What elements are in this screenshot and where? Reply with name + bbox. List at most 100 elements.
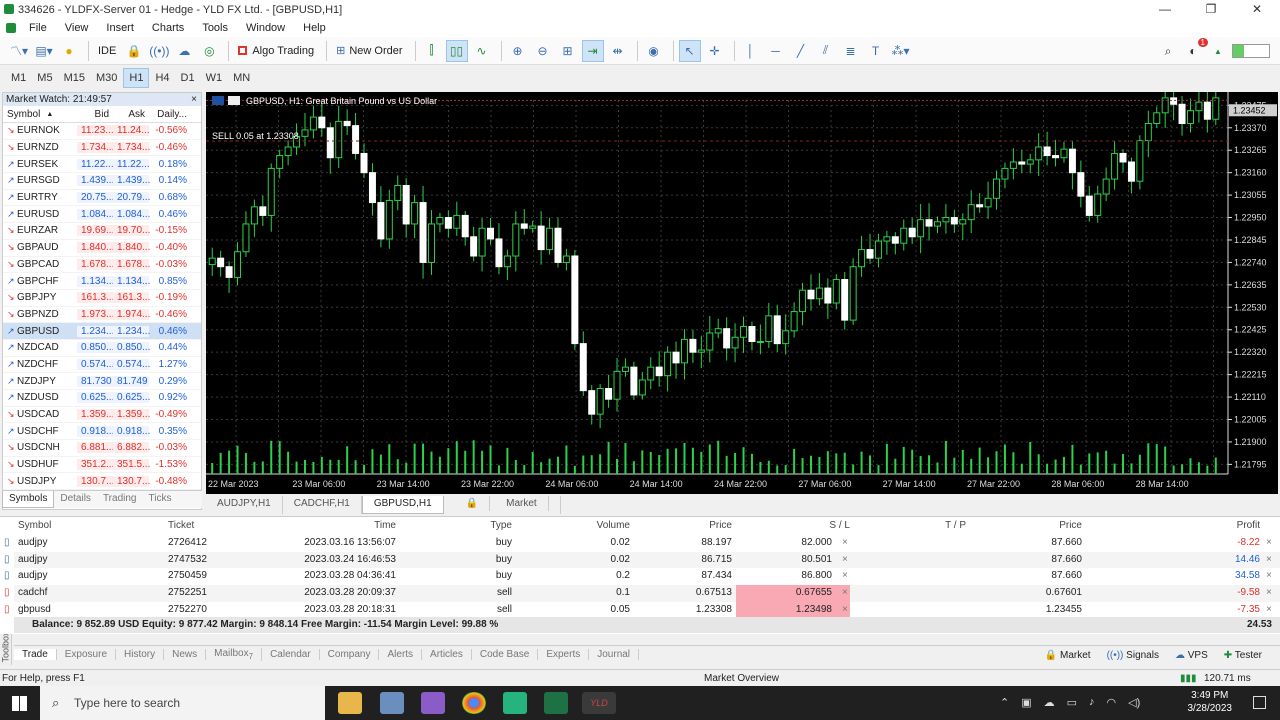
- file-explorer-icon[interactable]: [338, 692, 362, 714]
- tf-m30[interactable]: M30: [91, 69, 122, 87]
- market-link[interactable]: 🔒 Market: [1037, 650, 1099, 661]
- tf-m1[interactable]: M1: [6, 69, 31, 87]
- autoscroll-icon[interactable]: ⇥: [581, 39, 604, 62]
- app-menu-icon[interactable]: [6, 23, 16, 33]
- tf-m15[interactable]: M15: [59, 69, 90, 87]
- new-order-button[interactable]: ⊞ New Order: [332, 40, 406, 62]
- market-watch-row[interactable]: ↗ GBPCHF 1.134... 1.134... 0.85%: [3, 273, 201, 290]
- market-watch-row[interactable]: ↗ EURTRY 20.75... 20.79... 0.68%: [3, 190, 201, 207]
- close-position-icon[interactable]: ×: [1266, 552, 1272, 569]
- tester-link[interactable]: ✚ Tester: [1216, 650, 1270, 661]
- tab-news[interactable]: News: [164, 649, 207, 660]
- market-watch-row[interactable]: ↗ NZDCAD 0.850... 0.850... 0.44%: [3, 340, 201, 357]
- coin-icon[interactable]: ●: [58, 40, 80, 62]
- tf-mn[interactable]: MN: [228, 69, 255, 87]
- col-bid[interactable]: Bid: [77, 109, 113, 120]
- notifications-icon[interactable]: ◐ 1: [1182, 38, 1208, 62]
- tab-exposure[interactable]: Exposure: [57, 649, 117, 660]
- cursor-icon[interactable]: ↖: [678, 39, 701, 62]
- trade-row[interactable]: ▯ cadchf 2752251 2023.03.28 20:09:37 sell 0.1…: [4, 585, 1280, 602]
- tab-mailbox[interactable]: Mailbox7: [206, 648, 263, 661]
- yld-terminal-icon[interactable]: YLD: [582, 692, 616, 714]
- tf-w1[interactable]: W1: [201, 69, 228, 87]
- globe-icon[interactable]: ◎: [198, 40, 220, 62]
- zoom-in-icon[interactable]: ⊕: [507, 40, 529, 62]
- volume-icon[interactable]: ◁): [1128, 696, 1140, 709]
- remove-sl-icon[interactable]: ×: [842, 568, 848, 585]
- trade-row[interactable]: ▯ gbpusd 2752270 2023.03.28 20:18:31 sell 0.0…: [4, 601, 1280, 619]
- close-position-icon[interactable]: ×: [1266, 568, 1272, 585]
- fibonacci-icon[interactable]: ≣: [840, 40, 862, 62]
- market-watch-row[interactable]: ↘ USDCNH 6.881... 6.882... -0.03%: [3, 440, 201, 457]
- price-chart[interactable]: 1.234751.233701.232651.231601.230551.229…: [206, 80, 1278, 494]
- tab-alerts[interactable]: Alerts: [379, 649, 423, 660]
- tab-trading[interactable]: Trading: [97, 491, 143, 508]
- header-ticket[interactable]: Ticket: [168, 518, 194, 535]
- chrome-icon[interactable]: [462, 692, 486, 714]
- chart-tab-audjpy[interactable]: AUDJPY,H1: [206, 496, 283, 514]
- tf-h4[interactable]: H4: [150, 69, 174, 87]
- trade-row[interactable]: ▯ audjpy 2750459 2023.03.28 04:36:41 buy 0.2 8…: [4, 568, 1280, 585]
- trade-row[interactable]: ▯ audjpy 2747532 2023.03.24 16:46:53 buy 0.02…: [4, 551, 1280, 569]
- menu-view[interactable]: View: [56, 22, 98, 34]
- header-sl[interactable]: S / L: [736, 518, 850, 535]
- restore-button[interactable]: ❐: [1188, 0, 1234, 19]
- notification-center-icon[interactable]: [1253, 696, 1266, 709]
- market-watch-row[interactable]: ↗ NZDUSD 0.625... 0.625... 0.92%: [3, 390, 201, 407]
- chart-shift-icon[interactable]: ⇹: [607, 40, 629, 62]
- tab-articles[interactable]: Articles: [422, 649, 472, 660]
- notes-icon[interactable]: [421, 692, 445, 714]
- tf-d1[interactable]: D1: [176, 69, 200, 87]
- candle-chart-icon[interactable]: ▯▯: [445, 39, 468, 62]
- market-watch-row[interactable]: ↘ GBPAUD 1.840... 1.840... -0.40%: [3, 240, 201, 257]
- market-watch-row[interactable]: ↗ GBPUSD 1.234... 1.234... 0.46%: [3, 323, 201, 340]
- wifi-icon[interactable]: ◠: [1107, 696, 1117, 709]
- market-watch-row[interactable]: ↘ GBPNZD 1.973... 1.974... -0.46%: [3, 307, 201, 324]
- vps-link[interactable]: ☁ VPS: [1167, 650, 1216, 661]
- chart-tab-gbpusd[interactable]: GBPUSD,H1: [361, 496, 444, 514]
- tab-ticks[interactable]: Ticks: [142, 491, 177, 508]
- signals-link[interactable]: ((•)) Signals: [1099, 650, 1167, 661]
- tab-journal[interactable]: Journal: [589, 649, 640, 660]
- tab-history[interactable]: History: [116, 649, 165, 660]
- search-icon[interactable]: ⌕: [1157, 40, 1179, 62]
- cloud-icon[interactable]: ☁: [173, 40, 195, 62]
- remove-sl-icon[interactable]: ×: [842, 535, 848, 552]
- tab-calendar[interactable]: Calendar: [262, 649, 320, 660]
- col-daily[interactable]: Daily...: [149, 109, 193, 120]
- header-profit[interactable]: Profit: [1194, 518, 1260, 535]
- chat-app-icon[interactable]: [503, 692, 527, 714]
- market-watch-row[interactable]: ↘ EURZAR 19.69... 19.70... -0.15%: [3, 223, 201, 240]
- chart-tab-market[interactable]: 🔒 Market: [444, 496, 561, 514]
- remove-sl-icon[interactable]: ×: [842, 602, 848, 619]
- tab-experts[interactable]: Experts: [538, 649, 590, 660]
- tile-windows-icon[interactable]: ⊞: [557, 40, 579, 62]
- minimize-button[interactable]: —: [1142, 0, 1188, 19]
- market-watch-row[interactable]: ↗ EURUSD 1.084... 1.084... 0.46%: [3, 206, 201, 224]
- menu-tools[interactable]: Tools: [193, 22, 237, 34]
- horizontal-line-icon[interactable]: ─: [765, 40, 787, 62]
- ide-button[interactable]: IDE: [94, 40, 120, 62]
- market-watch-row[interactable]: ↗ EURSGD 1.439... 1.439... 0.14%: [3, 173, 201, 190]
- col-ask[interactable]: Ask: [113, 109, 149, 120]
- meet-icon[interactable]: ▣: [1021, 696, 1031, 709]
- calculator-icon[interactable]: [380, 692, 404, 714]
- market-watch-row[interactable]: ↘ EURNZD 1.734... 1.734... -0.46%: [3, 140, 201, 157]
- tf-h1[interactable]: H1: [123, 68, 150, 88]
- tab-details[interactable]: Details: [54, 491, 97, 508]
- header-price[interactable]: Price: [674, 518, 732, 535]
- tf-m5[interactable]: M5: [32, 69, 57, 87]
- trend-line-icon[interactable]: ╱: [790, 40, 812, 62]
- close-position-icon[interactable]: ×: [1266, 535, 1272, 552]
- market-watch-row[interactable]: ↘ USDJPY 130.7... 130.7... -0.48%: [3, 473, 201, 491]
- market-watch-row[interactable]: ↘ EURNOK 11.23... 11.24... -0.56%: [3, 123, 201, 140]
- market-watch-row[interactable]: ↗ EURSEK 11.22... 11.22... 0.18%: [3, 156, 201, 174]
- taskbar-clock[interactable]: 3:49 PM 3/28/2023: [1188, 689, 1233, 715]
- remove-sl-icon[interactable]: ×: [842, 552, 848, 569]
- header-volume[interactable]: Volume: [574, 518, 630, 535]
- header-type[interactable]: Type: [454, 518, 512, 535]
- chevron-up-icon[interactable]: ⌃: [1000, 696, 1009, 709]
- menu-insert[interactable]: Insert: [97, 22, 143, 34]
- col-symbol[interactable]: Symbol ▲: [3, 109, 77, 120]
- close-position-icon[interactable]: ×: [1266, 585, 1272, 602]
